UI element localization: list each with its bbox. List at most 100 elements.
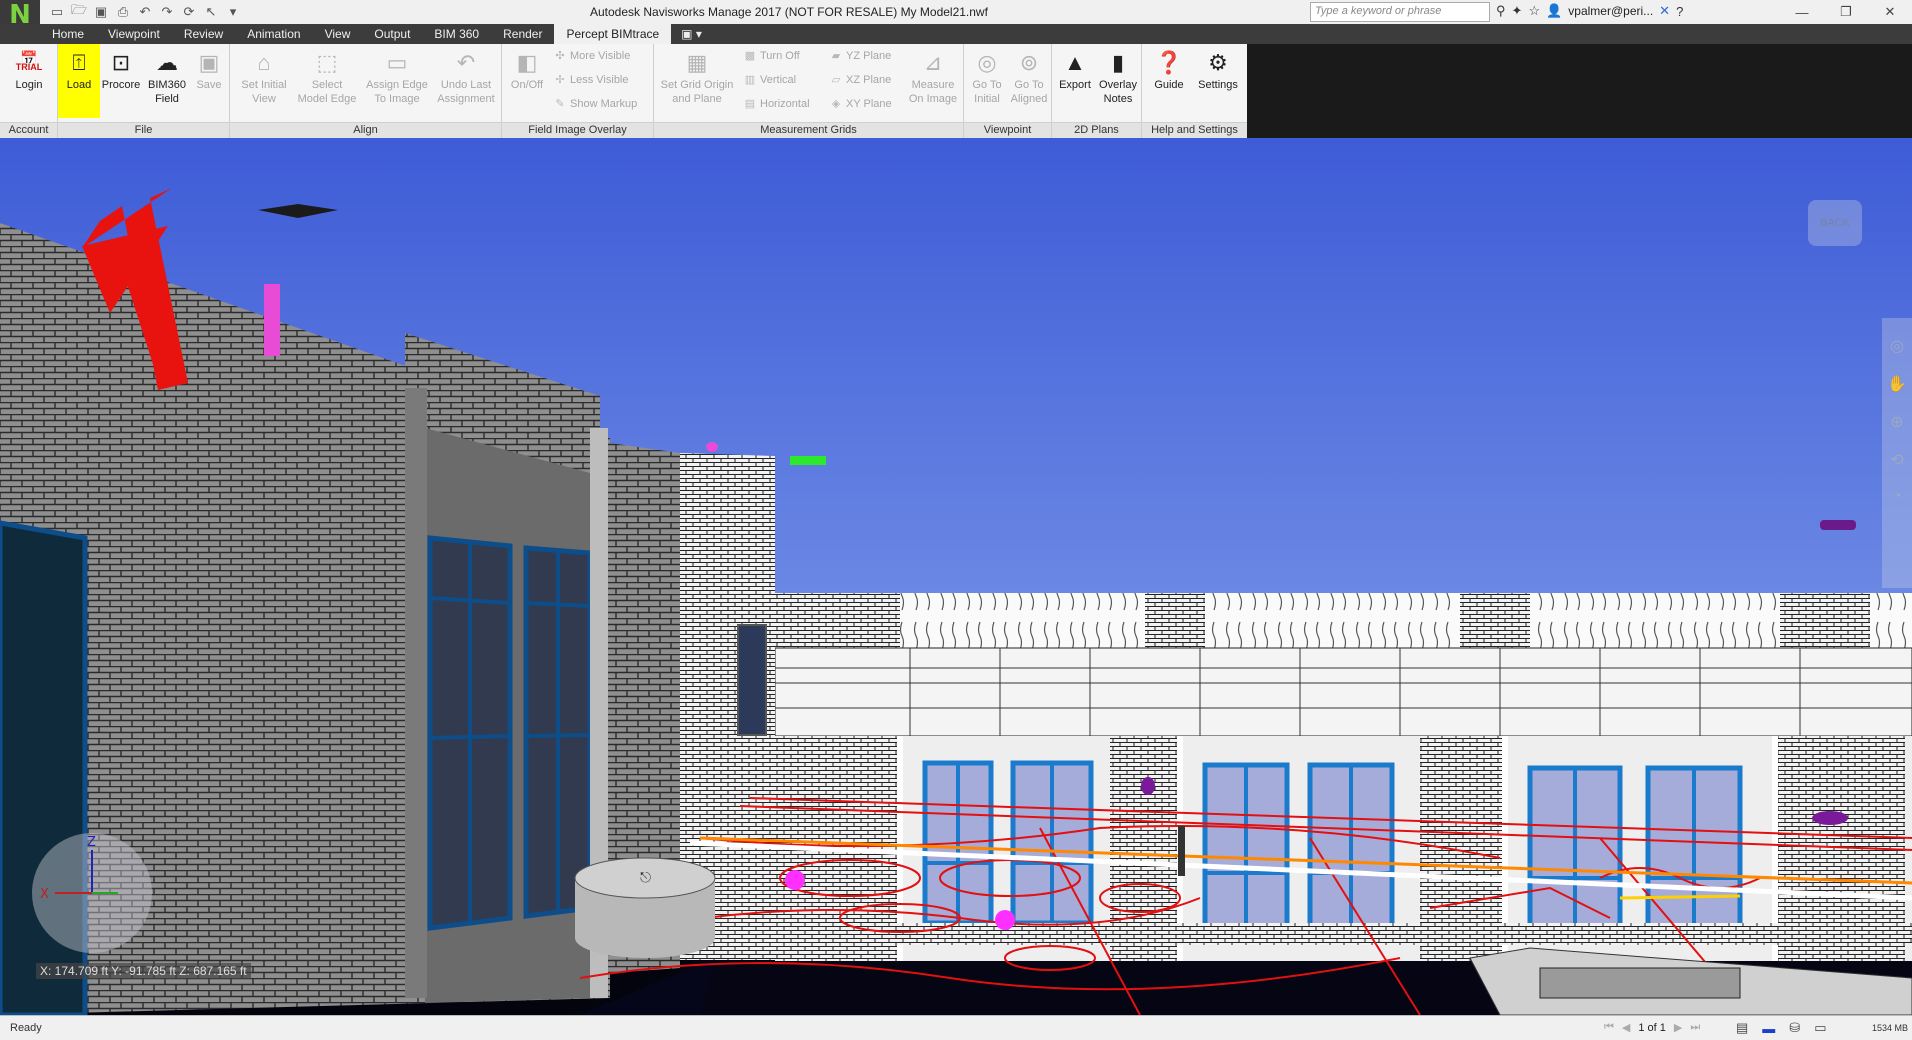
user-icon[interactable]: 👤 bbox=[1546, 3, 1562, 19]
overlay-notes-button[interactable]: ▮ Overlay Notes bbox=[1096, 48, 1140, 106]
parapet-bricks-2 bbox=[1145, 593, 1205, 648]
tab-view[interactable]: View bbox=[313, 24, 363, 44]
bim360-field-button[interactable]: ☁ BIM360 Field bbox=[144, 48, 190, 106]
tab-animation[interactable]: Animation bbox=[235, 24, 312, 44]
less-visible-button[interactable]: ✢ Less Visible bbox=[554, 73, 628, 87]
load-icon: ⍐ bbox=[72, 50, 86, 75]
refresh-icon[interactable]: ⟳ bbox=[180, 3, 198, 21]
minimize-icon[interactable]: — bbox=[1780, 0, 1824, 24]
favorites-icon[interactable]: ☆ bbox=[1528, 3, 1540, 19]
first-sheet-icon[interactable]: ⏮ bbox=[1604, 1021, 1614, 1034]
panel-label-viewpoint: Viewpoint bbox=[964, 122, 1051, 138]
orbit-icon[interactable]: ⟲ bbox=[1890, 450, 1903, 470]
pan-hand-icon[interactable]: ✋ bbox=[1887, 374, 1907, 394]
pink-marker-1 bbox=[264, 284, 280, 356]
undo-last-assignment-button[interactable]: ↶ Undo Last Assignment bbox=[432, 48, 500, 106]
tab-render[interactable]: Render bbox=[491, 24, 554, 44]
tab-viewpoint[interactable]: Viewpoint bbox=[96, 24, 172, 44]
3d-viewport[interactable]: ⎋ Z X BACK ◎ ✋ ⊕ ⟲ ◔ X: 174.709 ft Y: -9… bbox=[0, 138, 1912, 1015]
status-bar: Ready ⏮ ◀ 1 of 1 ▶ ⏭ ▤ ▬ ⛁ ▭ 1534 MB bbox=[0, 1015, 1912, 1040]
settings-button[interactable]: ⚙ Settings bbox=[1192, 48, 1244, 92]
redo-icon[interactable]: ↷ bbox=[158, 3, 176, 21]
zoom-icon[interactable]: ⊕ bbox=[1890, 412, 1903, 432]
ribbon-empty-area bbox=[1247, 44, 1912, 138]
pencil-icon[interactable]: ▬ bbox=[1762, 1021, 1775, 1036]
prev-sheet-icon[interactable]: ◀ bbox=[1622, 1021, 1630, 1034]
tab-home[interactable]: Home bbox=[40, 24, 96, 44]
binoculars-icon[interactable]: ⚲ bbox=[1496, 3, 1506, 19]
measure-on-image-button[interactable]: ⊿ Measure On Image bbox=[904, 48, 962, 106]
grid-turn-off-button[interactable]: ▩ Turn Off bbox=[744, 49, 800, 63]
set-initial-view-button[interactable]: ⌂ Set Initial View bbox=[234, 48, 294, 106]
load-button[interactable]: ⍐ Load bbox=[58, 44, 100, 118]
steering-wheel-icon[interactable]: ◎ bbox=[1890, 336, 1904, 356]
save-icon[interactable]: ▣ bbox=[92, 3, 110, 21]
print-icon[interactable]: ⎙ bbox=[114, 3, 132, 21]
guide-button[interactable]: ❓ Guide bbox=[1146, 48, 1192, 92]
grid-horizontal-button[interactable]: ▤ Horizontal bbox=[744, 97, 810, 111]
grid-vertical-button[interactable]: ▥ Vertical bbox=[744, 73, 796, 87]
save-button[interactable]: ▣ Save bbox=[192, 48, 226, 92]
assign-edge-label-1: Assign Edge bbox=[366, 79, 428, 91]
tab-output[interactable]: Output bbox=[362, 24, 422, 44]
grid-off-icon: ▩ bbox=[744, 50, 756, 62]
foreground-block-top bbox=[1539, 967, 1741, 999]
more-visible-button[interactable]: ✣ More Visible bbox=[554, 49, 631, 63]
go-to-initial-button[interactable]: ◎ Go To Initial bbox=[966, 48, 1008, 106]
tab-review[interactable]: Review bbox=[172, 24, 235, 44]
tab-bim360[interactable]: BIM 360 bbox=[422, 24, 491, 44]
restore-icon[interactable]: ❐ bbox=[1824, 0, 1868, 24]
xy-plane-button[interactable]: ◈ XY Plane bbox=[830, 97, 892, 111]
floor-post bbox=[1178, 826, 1185, 876]
export-button[interactable]: ▲ Export bbox=[1054, 48, 1096, 92]
xy-plane-icon: ◈ bbox=[831, 98, 841, 110]
disk-icon[interactable]: ⛁ bbox=[1789, 1020, 1800, 1036]
back-button[interactable]: BACK bbox=[1808, 200, 1862, 246]
search-input[interactable]: Type a keyword or phrase bbox=[1310, 2, 1490, 22]
close-icon[interactable]: ✕ bbox=[1868, 0, 1912, 24]
markup-icon: ✎ bbox=[555, 98, 565, 110]
new-icon[interactable]: ▭ bbox=[48, 3, 66, 21]
horizontal-label: Horizontal bbox=[760, 97, 810, 110]
login-button[interactable]: 📅 TRIAL Login bbox=[6, 48, 52, 92]
show-markup-button[interactable]: ✎ Show Markup bbox=[554, 97, 637, 111]
tab-percept-bimtrace[interactable]: Percept BIMtrace bbox=[554, 24, 672, 44]
assign-edge-button[interactable]: ▭ Assign Edge To Image bbox=[362, 48, 432, 106]
status-text: Ready bbox=[10, 1022, 42, 1034]
yz-plane-button[interactable]: ▰ YZ Plane bbox=[830, 49, 891, 63]
turn-off-label: Turn Off bbox=[760, 49, 800, 62]
ribbon: 📅 TRIAL Login Account ⍐ Load ⊡ Procore ☁ … bbox=[0, 44, 1247, 138]
next-sheet-icon[interactable]: ▶ bbox=[1674, 1021, 1682, 1034]
sheet-browser-icon[interactable]: ▤ bbox=[1736, 1020, 1748, 1036]
look-icon[interactable]: ◔ bbox=[1892, 488, 1902, 506]
xz-plane-button[interactable]: ▱ XZ Plane bbox=[830, 73, 891, 87]
go-to-aligned-button[interactable]: ⊚ Go To Aligned bbox=[1008, 48, 1050, 106]
more-visible-label: More Visible bbox=[570, 49, 631, 62]
help-icon[interactable]: ? bbox=[1676, 4, 1683, 19]
exchange-icon[interactable]: ✕ bbox=[1659, 3, 1670, 19]
bim360-label: BIM360 bbox=[148, 79, 186, 91]
panel-label-plans: 2D Plans bbox=[1052, 122, 1141, 138]
user-name[interactable]: vpalmer@peri... bbox=[1568, 4, 1653, 18]
set-grid-origin-button[interactable]: ▦ Set Grid Origin and Plane bbox=[656, 48, 738, 106]
ribbon-minimize-toggle[interactable]: ▣ ▾ bbox=[671, 24, 712, 44]
go-initial-label-2: Initial bbox=[974, 93, 1000, 105]
overlay-toggle-icon: ◧ bbox=[516, 50, 538, 75]
panel-2d-plans: ▲ Export ▮ Overlay Notes 2D Plans bbox=[1052, 44, 1142, 138]
panel-account: 📅 TRIAL Login Account bbox=[0, 44, 58, 138]
select-edge-label-2: Model Edge bbox=[297, 93, 357, 105]
customize-icon[interactable]: ▾ bbox=[224, 3, 242, 21]
overlay-onoff-button[interactable]: ◧ On/Off bbox=[504, 48, 550, 92]
horizontal-grid-icon: ▤ bbox=[744, 98, 756, 110]
select-model-edge-button[interactable]: ⬚ Select Model Edge bbox=[294, 48, 360, 106]
status-icons: ▤ ▬ ⛁ ▭ bbox=[1736, 1020, 1827, 1036]
edge-select-icon: ⬚ bbox=[316, 50, 338, 75]
select-icon[interactable]: ↖ bbox=[202, 3, 220, 21]
memory-bar-icon[interactable]: ▭ bbox=[1814, 1020, 1826, 1036]
subscription-icon[interactable]: ✦ bbox=[1512, 3, 1523, 19]
grid-icon: ▦ bbox=[686, 50, 708, 75]
undo-icon[interactable]: ↶ bbox=[136, 3, 154, 21]
open-icon[interactable]: 🗁 bbox=[70, 2, 88, 21]
procore-button[interactable]: ⊡ Procore bbox=[100, 48, 142, 92]
last-sheet-icon[interactable]: ⏭ bbox=[1690, 1021, 1700, 1034]
